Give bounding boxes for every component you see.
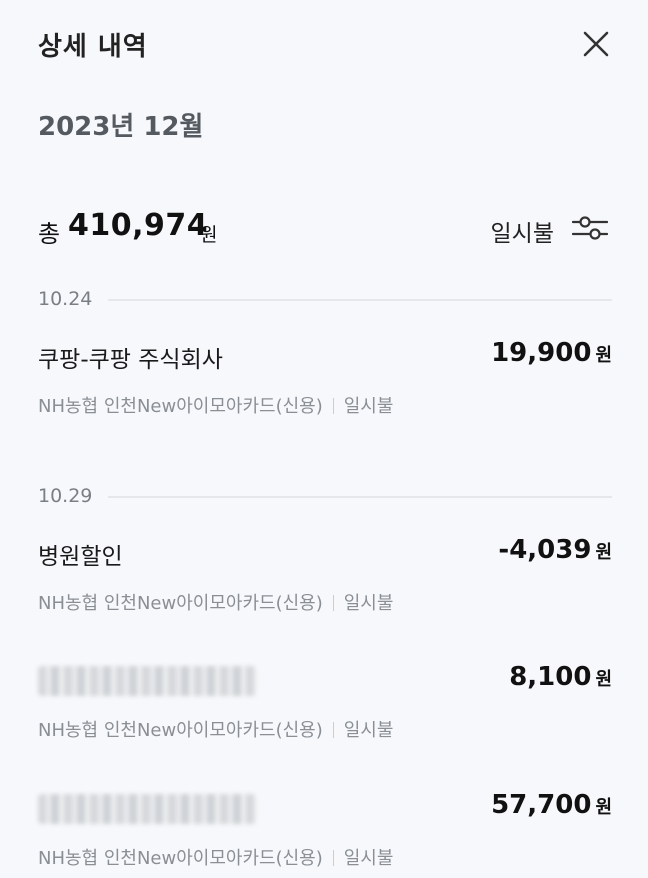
date-header: 10.24 — [38, 288, 612, 312]
payment-type: 일시불 — [343, 848, 394, 869]
redacted-merchant-name — [38, 794, 256, 824]
filter-icon[interactable] — [572, 214, 608, 242]
transaction-item[interactable]: 57,700 원 NH농협 인천New아이모아카드(신용) 일시불 — [38, 790, 612, 878]
transaction-item[interactable]: 병원할인 -4,039 원 NH농협 인천New아이모아카드(신용) 일시불 — [38, 535, 612, 627]
meta-divider — [332, 722, 334, 738]
transaction-meta: NH농협 인천New아이모아카드(신용) 일시불 — [38, 392, 393, 418]
amount-group: 19,900 원 — [491, 338, 612, 368]
currency-unit: 원 — [595, 797, 612, 818]
date-label: 10.24 — [38, 288, 93, 310]
amount-group: 8,100 원 — [509, 662, 612, 692]
filter-label[interactable]: 일시불 — [491, 214, 554, 248]
total-summary: 총 410,974 원 일시불 — [38, 206, 612, 254]
currency-unit: 원 — [595, 542, 612, 563]
payment-type: 일시불 — [343, 593, 394, 614]
payment-type: 일시불 — [343, 720, 394, 741]
divider — [108, 496, 612, 498]
total-amount: 410,974 — [68, 208, 209, 243]
transaction-amount: -4,039 — [498, 535, 592, 565]
transaction-amount: 57,700 — [491, 790, 592, 820]
card-name: NH농협 인천New아이모아카드(신용) — [38, 720, 323, 741]
card-name: NH농협 인천New아이모아카드(신용) — [38, 396, 323, 417]
date-header: 10.29 — [38, 485, 612, 509]
transaction-meta: NH농협 인천New아이모아카드(신용) 일시불 — [38, 844, 393, 870]
card-name: NH농협 인천New아이모아카드(신용) — [38, 848, 323, 869]
total-prefix: 총 — [38, 220, 61, 248]
meta-divider — [332, 398, 334, 414]
transaction-item[interactable]: 쿠팡-쿠팡 주식회사 19,900 원 NH농협 인천New아이모아카드(신용) 일… — [38, 338, 612, 430]
currency-unit: 원 — [595, 345, 612, 366]
transaction-amount: 19,900 — [491, 338, 592, 368]
payment-type: 일시불 — [343, 396, 394, 417]
header: 상세 내역 — [0, 0, 648, 86]
close-icon — [583, 31, 609, 57]
currency-unit: 원 — [595, 669, 612, 690]
amount-group: -4,039 원 — [498, 535, 612, 565]
meta-divider — [332, 850, 334, 866]
amount-group: 57,700 원 — [491, 790, 612, 820]
transaction-item[interactable]: 8,100 원 NH농협 인천New아이모아카드(신용) 일시불 — [38, 662, 612, 754]
redacted-merchant-name — [38, 666, 256, 696]
merchant-name: 병원할인 — [38, 544, 123, 570]
transaction-meta: NH농협 인천New아이모아카드(신용) 일시불 — [38, 589, 393, 615]
card-name: NH농협 인천New아이모아카드(신용) — [38, 593, 323, 614]
month-label: 2023년 12월 — [38, 112, 204, 142]
date-label: 10.29 — [38, 485, 93, 507]
total-unit: 원 — [200, 224, 218, 246]
close-button[interactable] — [578, 26, 614, 62]
meta-divider — [332, 595, 334, 611]
page-title: 상세 내역 — [38, 32, 148, 62]
transaction-meta: NH농협 인천New아이모아카드(신용) 일시불 — [38, 716, 393, 742]
merchant-name: 쿠팡-쿠팡 주식회사 — [38, 347, 223, 373]
transaction-amount: 8,100 — [509, 662, 592, 692]
divider — [108, 299, 612, 301]
